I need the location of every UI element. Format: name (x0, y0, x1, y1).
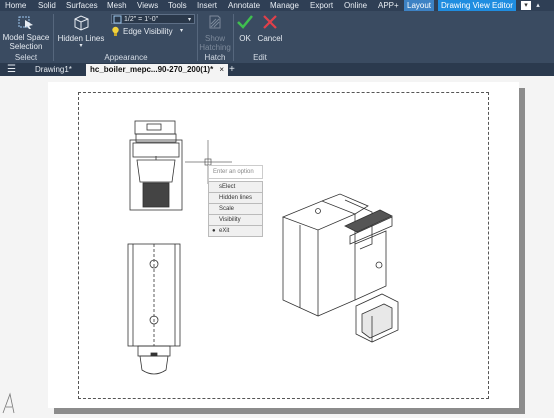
menu-mesh[interactable]: Mesh (107, 0, 127, 11)
scale-dropdown[interactable]: 1/2" = 1'-0" ▾ (111, 14, 195, 24)
appearance-group-label: Appearance (104, 53, 148, 62)
option-label: Scale (219, 206, 235, 212)
hatch-group-label: Hatch (204, 53, 226, 62)
tab-label: hc_boiler_mepc...90-270_200(1)* (90, 65, 214, 74)
menu-drawing-view-editor[interactable]: Drawing View Editor (438, 0, 516, 11)
cancel-button[interactable]: Cancel (255, 13, 285, 51)
menu-app[interactable]: APP+ (378, 0, 399, 11)
scale-icon (113, 15, 122, 24)
ok-label: OK (239, 34, 251, 43)
boiler-drawing (2, 120, 399, 414)
document-tab-bar: ☰ Drawing1* hc_boiler_mepc...90-270_200(… (0, 63, 554, 76)
cube-icon (74, 15, 89, 31)
boiler-front-view (129, 120, 183, 211)
menu-export[interactable]: Export (310, 0, 333, 11)
model-space-selection-button[interactable]: Model Space Selection (2, 13, 50, 51)
chevron-down-icon: ▾ (79, 43, 83, 49)
option-hidden-lines[interactable]: Hidden lines (208, 193, 263, 204)
edge-visibility-button[interactable]: Edge Visibility ▾ (111, 26, 191, 37)
menu-bar: Home Solid Surfaces Mesh Views Tools Ins… (0, 0, 554, 11)
close-icon (263, 15, 277, 29)
ucs-icon (2, 392, 15, 414)
checkmark-icon (237, 15, 253, 29)
ok-button[interactable]: OK (235, 13, 255, 51)
show-label: Show (204, 34, 225, 43)
selection-label: Selection (9, 42, 43, 51)
menu-annotate[interactable]: Annotate (228, 0, 260, 11)
menu-surfaces[interactable]: Surfaces (66, 0, 98, 11)
boiler-isometric-view (281, 193, 399, 343)
menu-manage[interactable]: Manage (270, 0, 299, 11)
menu-tools[interactable]: Tools (168, 0, 187, 11)
option-scale[interactable]: Scale (208, 204, 263, 215)
select-objects-icon (18, 16, 33, 29)
option-label: eXit (219, 228, 230, 234)
option-select[interactable]: sElect (208, 181, 263, 193)
close-tab-icon[interactable]: × (219, 65, 224, 74)
default-option-bullet-icon: ● (212, 228, 216, 234)
ribbon-separator (53, 14, 54, 61)
hatch-icon (209, 15, 221, 29)
command-prompt: Enter an option (208, 165, 263, 179)
select-group-label: Select (14, 53, 38, 62)
collapse-ribbon-icon[interactable]: ▴ (533, 1, 543, 10)
add-tab-icon[interactable]: + (229, 63, 235, 76)
menu-solid[interactable]: Solid (38, 0, 56, 11)
option-label: Visibility (219, 217, 241, 223)
edge-visibility-label: Edge Visibility (123, 27, 173, 36)
hatching-label: Hatching (199, 43, 231, 52)
option-exit[interactable]: ● eXit (208, 226, 263, 237)
option-label: Hidden lines (219, 195, 253, 201)
menu-views[interactable]: Views (137, 0, 158, 11)
edit-group-label: Edit (253, 53, 267, 62)
ribbon-separator (233, 14, 234, 61)
scale-dropdown-value: 1/2" = 1'-0" (124, 16, 159, 23)
chevron-down-icon: ▾ (187, 17, 191, 23)
menu-online[interactable]: Online (344, 0, 367, 11)
tab-hc-boiler[interactable]: hc_boiler_mepc...90-270_200(1)* × (86, 64, 229, 76)
drawing-canvas[interactable]: Enter an option sElect Hidden lines Scal… (0, 76, 554, 418)
command-options-menu: Enter an option sElect Hidden lines Scal… (208, 165, 263, 237)
hidden-lines-button[interactable]: Hidden Lines ▾ (56, 13, 106, 51)
chevron-down-icon: ▾ (180, 28, 184, 34)
show-hatching-button[interactable]: Show Hatching (198, 13, 232, 52)
menu-insert[interactable]: Insert (197, 0, 217, 11)
cancel-label: Cancel (257, 34, 283, 43)
boiler-side-view (127, 243, 181, 375)
menu-home[interactable]: Home (5, 0, 26, 11)
window-menu-icon[interactable]: ▾ (521, 1, 531, 10)
tab-drawing1[interactable]: Drawing1* (31, 64, 76, 76)
ribbon: Model Space Selection Select Hidden Line… (0, 11, 554, 63)
option-label: sElect (219, 184, 236, 190)
model-space-label: Model Space (2, 33, 50, 42)
tab-label: Drawing1* (35, 65, 72, 74)
lightbulb-icon (112, 26, 119, 36)
menu-layout[interactable]: Layout (404, 0, 435, 11)
hamburger-menu-icon[interactable]: ☰ (7, 63, 16, 76)
option-visibility[interactable]: Visibility (208, 215, 263, 226)
